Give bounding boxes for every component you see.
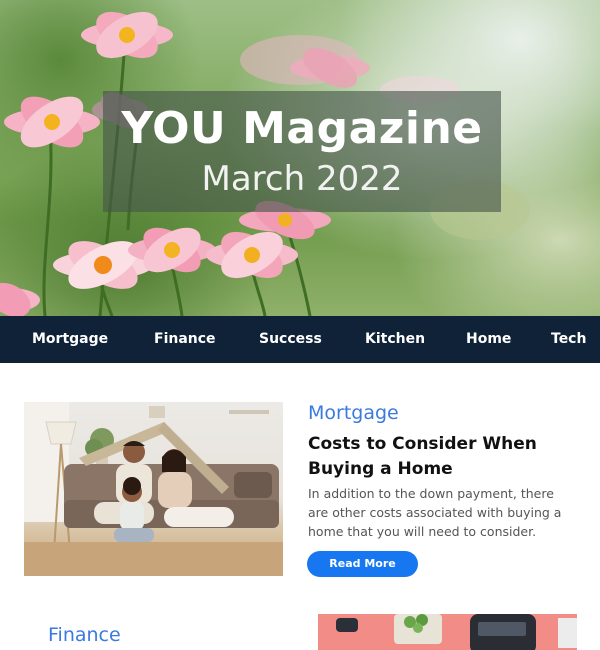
- title-overlay: YOU Magazine March 2022: [103, 91, 501, 212]
- read-more-button[interactable]: Read More: [307, 551, 418, 577]
- nav-item-success[interactable]: Success: [259, 316, 322, 363]
- hero-banner: YOU Magazine March 2022: [0, 0, 600, 316]
- article-image-family[interactable]: [24, 402, 283, 576]
- magazine-title: YOU Magazine: [121, 103, 483, 154]
- nav-item-kitchen[interactable]: Kitchen: [365, 316, 425, 363]
- nav-item-tech[interactable]: Tech: [551, 316, 586, 363]
- nav-item-finance[interactable]: Finance: [154, 316, 216, 363]
- article-category[interactable]: Mortgage: [308, 402, 399, 424]
- article-image-finance[interactable]: [318, 614, 577, 650]
- nav-item-home[interactable]: Home: [466, 316, 511, 363]
- article-category-finance[interactable]: Finance: [48, 624, 121, 646]
- nav-item-mortgage[interactable]: Mortgage: [32, 316, 108, 363]
- issue-date: March 2022: [201, 159, 403, 199]
- main-nav: Mortgage Finance Success Kitchen Home Te…: [0, 316, 600, 363]
- newsletter-page: YOU Magazine March 2022 Mortgage Finance…: [0, 0, 600, 650]
- article-headline[interactable]: Costs to Consider When Buying a Home: [308, 432, 578, 482]
- article-excerpt: In addition to the down payment, there a…: [308, 486, 562, 539]
